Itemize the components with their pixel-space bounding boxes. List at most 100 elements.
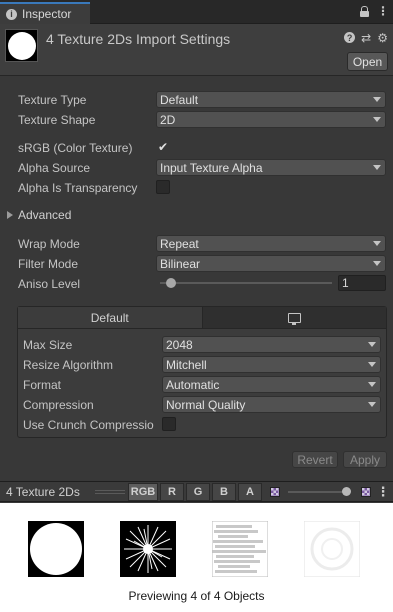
max-size-value: 2048 [166,337,193,352]
chevron-down-icon [368,362,376,367]
kebab-menu-icon[interactable]: ⋮ [377,4,389,18]
preview-texture-circle [28,521,84,577]
max-size-row: Max Size [23,336,163,354]
presets-icon[interactable]: ⇄ [361,31,371,45]
format-label: Format [23,378,62,392]
revert-button[interactable]: Revert [292,451,338,468]
apply-button[interactable]: Apply [343,451,387,468]
srgb-label: sRGB (Color Texture) [18,141,133,155]
chevron-down-icon [368,342,376,347]
resize-algorithm-row: Resize Algorithm [23,356,163,374]
checker-small-icon[interactable] [266,483,284,501]
compression-dropdown[interactable]: Normal Quality [162,396,381,413]
texture-thumbnail [5,29,38,62]
alpha-source-label: Alpha Source [18,161,91,175]
tab-tools: ⋮ [360,4,389,18]
max-size-label: Max Size [23,338,73,352]
tab-default-platform[interactable]: Default [18,307,202,328]
channel-b-button[interactable]: B [212,483,236,501]
filter-mode-dropdown[interactable]: Bilinear [156,255,386,272]
channel-a-button[interactable]: A [238,483,262,501]
wrap-mode-value: Repeat [160,236,199,251]
alpha-transparency-checkbox[interactable] [156,180,170,194]
preview-texture-burst [120,521,176,577]
alpha-transparency-label: Alpha Is Transparency [18,181,138,195]
filter-mode-label: Filter Mode [18,257,79,271]
mip-slider-track[interactable] [288,491,346,493]
wrap-mode-dropdown[interactable]: Repeat [156,235,386,252]
texture-type-dropdown[interactable]: Default [156,91,386,108]
chevron-down-icon [373,97,381,102]
checkmark-icon: ✔ [157,140,169,154]
format-dropdown[interactable]: Automatic [162,376,381,393]
compression-row: Compression [23,396,163,414]
aniso-level-row: Aniso Level [18,275,158,293]
preview-texture-faint [304,521,360,577]
aniso-level-field[interactable]: 1 [338,275,386,291]
chevron-down-icon [373,165,381,170]
tab-inspector-label: Inspector [22,7,72,21]
advanced-foldout[interactable]: Advanced [7,208,71,222]
lock-icon[interactable] [360,6,369,17]
header-icons: ? ⇄ ⚙ [344,31,388,45]
alpha-source-value: Input Texture Alpha [160,160,263,175]
tab-standalone-platform[interactable] [201,307,386,328]
mip-slider-knob[interactable] [342,487,351,496]
alpha-source-dropdown[interactable]: Input Texture Alpha [156,159,386,176]
alpha-transparency-row: Alpha Is Transparency [18,179,158,197]
platform-tabs: Default [18,307,386,329]
inspector-header: 4 Texture 2Ds Import Settings ? ⇄ ⚙ Open [0,24,393,76]
compression-label: Compression [23,398,94,412]
header-title: 4 Texture 2Ds Import Settings [46,31,231,47]
aniso-slider-knob[interactable] [166,278,176,288]
chevron-right-icon [7,211,13,219]
channel-rgb-button[interactable]: RGB [128,483,158,501]
chevron-down-icon [368,382,376,387]
preview-toolbar: 4 Texture 2Ds RGB R G B A ⋮ [0,481,393,502]
monitor-icon [287,312,301,325]
tab-inspector[interactable]: i Inspector [0,2,90,24]
chevron-down-icon [373,117,381,122]
filter-mode-value: Bilinear [160,256,201,271]
checker-large-icon[interactable] [358,483,374,501]
kebab-menu-icon[interactable]: ⋮ [377,483,390,501]
format-row: Format [23,376,163,394]
crunch-row: Use Crunch Compressio [23,416,163,434]
resize-algorithm-label: Resize Algorithm [23,358,114,372]
window-tab-bar: i Inspector ⋮ [0,0,393,24]
channel-g-button[interactable]: G [186,483,210,501]
texture-shape-dropdown[interactable]: 2D [156,111,386,128]
wrap-mode-row: Wrap Mode [18,235,158,253]
texture-shape-label: Texture Shape [18,113,96,127]
alpha-source-row: Alpha Source [18,159,158,177]
help-icon[interactable]: ? [344,32,356,43]
format-value: Automatic [166,377,220,392]
preview-caption: Previewing 4 of 4 Objects [128,589,265,603]
aniso-slider-track[interactable] [160,282,332,284]
srgb-checkbox[interactable]: ✔ [156,140,170,154]
compression-value: Normal Quality [166,397,246,412]
aniso-level-label: Aniso Level [18,277,81,291]
preview-texture-streaks [212,521,268,577]
settings-gear-icon[interactable]: ⚙ [377,31,388,45]
crunch-label: Use Crunch Compressio [23,418,154,432]
chevron-down-icon [373,241,381,246]
advanced-label: Advanced [18,208,72,222]
texture-type-value: Default [160,92,199,107]
chevron-down-icon [373,261,381,266]
crunch-checkbox[interactable] [162,417,176,431]
max-size-dropdown[interactable]: 2048 [162,336,381,353]
resize-algorithm-dropdown[interactable]: Mitchell [162,356,381,373]
channel-r-button[interactable]: R [160,483,184,501]
texture-shape-value: 2D [160,112,176,127]
srgb-row: sRGB (Color Texture) [18,139,158,157]
open-button[interactable]: Open [347,52,388,71]
wrap-mode-label: Wrap Mode [18,237,80,251]
info-icon: i [6,8,17,20]
texture-type-label: Texture Type [18,93,87,107]
preview-title: 4 Texture 2Ds [6,485,80,499]
filter-mode-row: Filter Mode [18,255,158,273]
chevron-down-icon [368,402,376,407]
resize-grip[interactable] [95,490,125,494]
texture-type-row: Texture Type [18,91,158,109]
